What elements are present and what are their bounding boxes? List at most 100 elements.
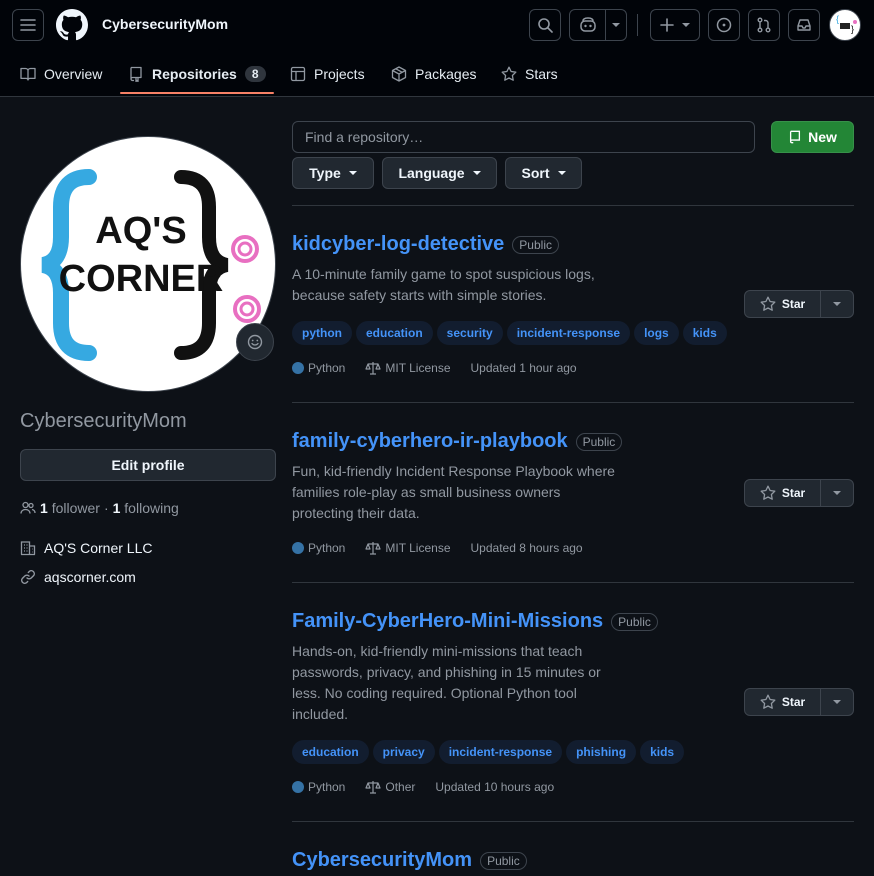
star-button[interactable]: Star [745,291,821,317]
repo-name-link[interactable]: Family-CyberHero-Mini-Missions [292,610,603,633]
star-list-dropdown[interactable] [821,291,853,317]
repo-language: Python [308,541,346,555]
repo-description: Fun, kid-friendly Incident Response Play… [292,463,615,521]
law-icon [365,362,381,375]
repo-icon [790,130,801,144]
topic-tag[interactable]: phishing [566,740,637,764]
star-button-group: Star [744,290,854,318]
topic-tag[interactable]: privacy [372,740,435,764]
topic-tag[interactable]: logs [634,321,679,345]
plus-icon [660,18,674,32]
following-count: 1 [112,500,121,516]
profile-avatar[interactable]: AQ'S CORNER [20,136,276,392]
star-button-group: Star [744,479,854,507]
smiley-icon [247,334,263,350]
avatar-text: CORNER [59,258,224,300]
create-new-button[interactable] [650,9,700,41]
tab-packages[interactable]: Packages [391,52,476,96]
repo-name-link[interactable]: family-cyberhero-ir-playbook [292,430,568,453]
visibility-badge: Public [611,612,658,631]
star-label: Star [781,297,806,311]
topic-tag[interactable]: security [436,321,503,345]
github-logo-icon[interactable] [56,9,88,41]
topic-tag[interactable]: kids [682,321,727,345]
followers-link[interactable]: 1 follower [40,500,100,516]
svg-text:}: } [851,24,854,34]
sort-filter-button[interactable]: Sort [505,157,582,189]
profile-username: CybersecurityMom [20,410,187,432]
repo-meta: Python MIT License Updated 1 hour ago [292,361,597,375]
topic-tag[interactable]: kids [640,740,685,764]
svg-text:{: { [836,14,839,24]
profile-company: AQ'S Corner LLC [20,540,153,556]
tab-overview[interactable]: Overview [20,52,102,96]
license-link[interactable]: Other [365,780,415,794]
organization-icon [20,541,36,556]
law-icon [365,781,381,794]
repo-search-input[interactable] [292,121,755,153]
license-link[interactable]: MIT License [365,361,451,375]
repo-name-link[interactable]: CybersecurityMom [292,849,472,872]
tab-label: Repositories [152,66,237,82]
inbox-button[interactable] [788,9,820,41]
star-button[interactable]: Star [745,480,821,506]
people-icon [20,501,36,514]
visibility-badge: Public [512,235,559,254]
repo-updated: Updated 1 hour ago [470,361,577,375]
hamburger-icon [20,19,36,31]
edit-profile-button[interactable]: Edit profile [20,449,276,481]
language-color-dot [292,542,304,554]
divider [292,402,854,403]
star-list-dropdown[interactable] [821,689,853,715]
law-icon [365,542,381,555]
set-status-button[interactable] [236,323,274,361]
tab-stars[interactable]: Stars [501,52,558,96]
separator-dot: · [103,500,109,516]
star-list-dropdown[interactable] [821,480,853,506]
issues-button[interactable] [708,9,740,41]
following-link[interactable]: 1 following [113,500,179,516]
followers-word: follower [51,500,100,516]
topic-tag[interactable]: python [292,321,352,345]
topic-tag[interactable]: incident-response [438,740,563,764]
topic-list: education privacy incident-response phis… [292,740,685,764]
filter-label: Type [309,165,341,181]
repo-updated: Updated 10 hours ago [435,780,555,794]
new-repo-button[interactable]: New [771,121,854,153]
topic-tag[interactable]: education [292,740,369,764]
menu-button[interactable] [12,9,44,41]
language-color-dot [292,781,304,793]
repo-item: Family-CyberHero-Mini-Missions Public [292,610,658,633]
copilot-button[interactable] [569,9,627,41]
profile-tabs: Overview Repositories 8 Projects Package… [0,52,874,96]
repo-language: Python [308,361,346,375]
visibility-badge: Public [480,851,527,870]
chevron-down-icon [833,491,841,495]
user-avatar[interactable]: { } [829,9,861,41]
star-button[interactable]: Star [745,689,821,715]
topic-tag[interactable]: education [356,321,433,345]
divider [292,821,854,822]
search-icon [538,18,553,33]
avatar-text: AQ'S [95,210,186,252]
language-filter-button[interactable]: Language [382,157,497,189]
active-tab-indicator [120,92,274,94]
license-link[interactable]: MIT License [365,541,451,555]
type-filter-button[interactable]: Type [292,157,374,189]
package-icon [391,66,407,82]
chevron-down-icon [833,302,841,306]
star-icon [760,485,776,500]
divider [292,582,854,583]
topic-tag[interactable]: incident-response [506,321,631,345]
repo-name-link[interactable]: kidcyber-log-detective [292,233,504,256]
chevron-down-icon [348,171,357,175]
website-link[interactable]: aqscorner.com [44,569,136,585]
tab-projects[interactable]: Projects [290,52,365,96]
inbox-icon [797,19,811,31]
repo-license: MIT License [385,361,451,375]
app-title[interactable]: CybersecurityMom [102,16,228,32]
star-icon [760,694,776,709]
tab-repositories[interactable]: Repositories 8 [128,52,266,96]
search-button[interactable] [529,9,561,41]
pull-requests-button[interactable] [748,9,780,41]
